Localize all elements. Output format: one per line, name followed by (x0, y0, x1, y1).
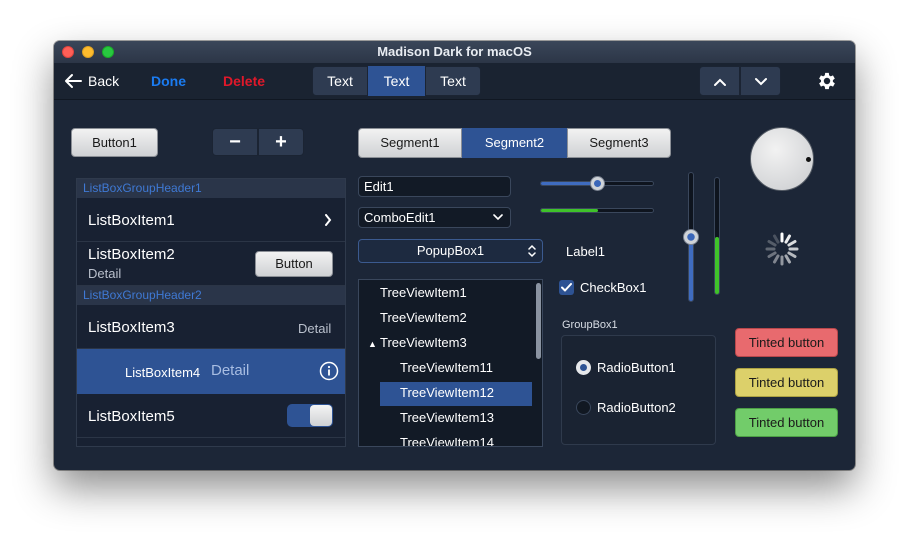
tinted-button-yellow[interactable]: Tinted button (735, 368, 838, 397)
list-item-1[interactable]: ListBoxItem1 (77, 198, 345, 242)
tree-item[interactable]: TreeViewItem3 (380, 331, 467, 355)
done-button[interactable]: Done (151, 73, 186, 89)
radio-selected-dot (580, 364, 587, 371)
title-bar: Madison Dark for macOS (54, 41, 855, 64)
toolbar-segment-2[interactable]: Text (368, 66, 425, 96)
knob-indicator (806, 157, 811, 162)
back-arrow-icon (65, 74, 82, 88)
list-item-button[interactable]: Button (255, 251, 333, 277)
settings-button[interactable] (816, 70, 838, 92)
button1[interactable]: Button1 (71, 128, 158, 157)
checkbox1[interactable]: CheckBox1 (559, 280, 646, 295)
tree-item[interactable]: TreeViewItem2 (380, 306, 467, 330)
vertical-slider-fill (689, 238, 693, 301)
radio-label: RadioButton1 (597, 360, 676, 375)
back-button[interactable]: Back (64, 71, 119, 91)
tree-item[interactable]: TreeViewItem13 (400, 406, 494, 430)
tree-scrollbar[interactable] (536, 283, 541, 359)
toolbar-segment-3[interactable]: Text (425, 66, 481, 96)
list-group-header-1: ListBoxGroupHeader1 (77, 179, 345, 198)
list-item-label: ListBoxItem3 (88, 319, 175, 336)
delete-button[interactable]: Delete (223, 73, 265, 89)
checkbox-label: CheckBox1 (580, 280, 647, 295)
tree-view: TreeViewItem1 TreeViewItem2 ▲ TreeViewIt… (358, 279, 543, 447)
list-box: ListBoxGroupHeader1 ListBoxItem1 ListBox… (76, 178, 346, 447)
list-item-label: ListBoxItem4 (125, 365, 201, 380)
chevron-right-icon (325, 214, 332, 226)
horizontal-progress-bar (540, 208, 654, 213)
tinted-button-green[interactable]: Tinted button (735, 408, 838, 437)
groupbox-title: GroupBox1 (562, 319, 618, 331)
rotary-knob[interactable] (750, 127, 814, 191)
stepper-minus-button[interactable]: − (212, 128, 258, 156)
checkmark-icon (561, 283, 572, 292)
list-item-label: ListBoxItem2 (88, 246, 175, 263)
list-item-label: ListBoxItem1 (88, 212, 175, 229)
list-item-5[interactable]: ListBoxItem5 (77, 394, 345, 438)
list-item-3[interactable]: ListBoxItem3 Detail (77, 305, 345, 349)
combo-edit[interactable]: ComboEdit1 (358, 207, 511, 228)
list-item-detail: Detail (88, 266, 122, 281)
horizontal-slider-thumb[interactable] (590, 176, 605, 191)
stepper-plus-button[interactable]: + (258, 128, 304, 156)
back-label: Back (88, 73, 120, 89)
radio-button-2[interactable]: RadioButton2 (576, 400, 676, 415)
segment-1[interactable]: Segment1 (358, 128, 462, 158)
tree-item[interactable]: TreeViewItem1 (380, 281, 467, 305)
segment-3[interactable]: Segment3 (567, 128, 671, 158)
list-item-4[interactable]: ListBoxItem4 Detail (77, 349, 345, 394)
info-icon[interactable] (319, 361, 339, 381)
expand-triangle-icon[interactable]: ▲ (368, 339, 377, 349)
next-button[interactable] (740, 66, 781, 96)
radio-indicator (576, 360, 591, 375)
up-down-chevron-icon (528, 244, 536, 258)
chevron-up-icon (713, 78, 726, 86)
combo-edit-value: ComboEdit1 (364, 210, 436, 225)
tinted-button-red[interactable]: Tinted button (735, 328, 838, 357)
popup-box-value: PopupBox1 (416, 243, 485, 258)
gear-icon (819, 72, 835, 90)
horizontal-progress-fill (541, 209, 598, 212)
groupbox: RadioButton1 RadioButton2 (561, 335, 716, 445)
tree-item[interactable]: TreeViewItem14 (400, 431, 494, 446)
activity-spinner-icon (765, 232, 799, 266)
tree-item[interactable]: TreeViewItem11 (400, 356, 493, 380)
radio-button-1[interactable]: RadioButton1 (576, 360, 676, 375)
chevron-down-icon[interactable] (493, 214, 503, 221)
chevron-down-icon (754, 78, 767, 86)
vertical-progress-fill (715, 237, 719, 294)
tree-item-selected[interactable]: TreeViewItem12 (400, 381, 494, 405)
toolbar-segment-1[interactable]: Text (312, 66, 368, 96)
list-item-detail: Detail (211, 362, 250, 379)
toolbar: Back Done Delete Text Text Text (54, 63, 855, 100)
edit1-input[interactable]: Edit1 (358, 176, 511, 197)
list-item-detail: Detail (298, 321, 332, 336)
list-item-label: ListBoxItem5 (88, 408, 175, 425)
popup-box[interactable]: PopupBox1 (358, 239, 543, 263)
segment-2[interactable]: Segment2 (462, 128, 567, 158)
list-group-header-2: ListBoxGroupHeader2 (77, 286, 345, 305)
app-window: Madison Dark for macOS Back Done Delete … (54, 41, 855, 470)
radio-indicator (576, 400, 591, 415)
radio-label: RadioButton2 (597, 400, 676, 415)
label1: Label1 (566, 244, 606, 259)
vertical-slider-thumb[interactable] (683, 229, 699, 245)
checkbox-box (559, 280, 574, 295)
list-item-2[interactable]: ListBoxItem2 Detail Button (77, 242, 345, 286)
previous-button[interactable] (699, 66, 740, 96)
vertical-progress-bar (714, 177, 720, 295)
window-title: Madison Dark for macOS (377, 44, 532, 59)
toggle-switch[interactable] (287, 404, 333, 427)
toggle-thumb (310, 405, 332, 426)
